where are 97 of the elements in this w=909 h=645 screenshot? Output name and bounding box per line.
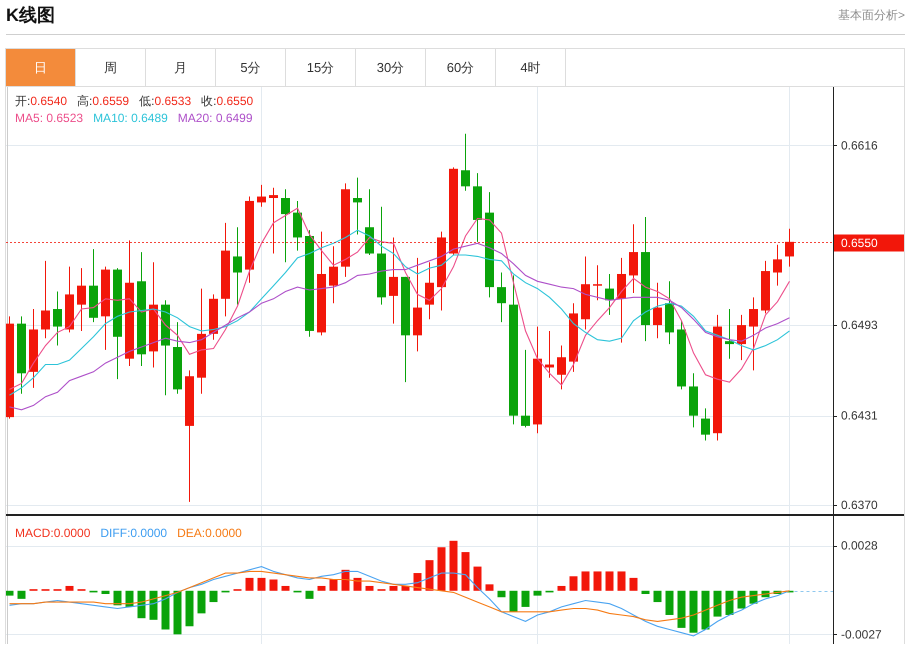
- macd-bar: [438, 547, 446, 591]
- candlestick: [737, 314, 746, 361]
- macd-bar: [258, 578, 266, 591]
- macd-bar: [150, 590, 158, 620]
- macd-bar: [474, 566, 482, 591]
- macd-bar: [6, 590, 14, 596]
- macd-bar: [354, 578, 362, 591]
- macd-bar: [714, 590, 722, 617]
- candlestick: [701, 408, 710, 441]
- macd-axis-label: 0.0028: [841, 538, 878, 553]
- candlestick: [557, 345, 566, 390]
- macd-bar: [306, 590, 314, 599]
- macd-bar: [114, 590, 122, 606]
- macd-bar: [450, 540, 458, 591]
- macd-bar: [498, 590, 506, 598]
- macd-bar: [390, 586, 398, 591]
- candlestick: [473, 172, 482, 242]
- macd-bar: [582, 571, 590, 591]
- macd-axis-label: -0.0027: [841, 627, 882, 642]
- candlestick: [497, 272, 506, 323]
- candlestick: [653, 282, 662, 339]
- macd-bar: [774, 590, 782, 594]
- macd-bar: [594, 571, 602, 591]
- macd-bar: [570, 576, 578, 591]
- candlestick: [365, 188, 374, 256]
- macd-bar: [462, 552, 470, 591]
- candlestick: [545, 330, 554, 378]
- macd-bar: [642, 590, 650, 594]
- candlestick: [77, 268, 86, 332]
- macd-bar: [186, 590, 194, 626]
- macd-bar: [246, 578, 254, 591]
- macd-bar: [366, 586, 374, 591]
- candlestick: [329, 246, 338, 304]
- candlestick: [209, 294, 218, 340]
- macd-reading: MACD:0.0000: [15, 526, 90, 540]
- page-title: K线图: [6, 4, 55, 27]
- macd-bar: [630, 578, 638, 591]
- macd-bar: [162, 590, 170, 630]
- macd-bar: [18, 590, 26, 599]
- macd-bar: [558, 586, 566, 591]
- macd-bar: [282, 586, 290, 591]
- moving-average-reading: MA20: 0.6499: [178, 111, 253, 125]
- candlestick: [605, 273, 614, 316]
- ohlc-reading: 收:0.6550: [201, 93, 254, 110]
- macd-bar: [654, 590, 662, 602]
- price-axis-label: 0.6431: [841, 408, 878, 423]
- macd-bar: [126, 590, 134, 607]
- candlestick: [725, 308, 734, 360]
- macd-bar: [174, 590, 182, 634]
- macd-bar: [606, 571, 614, 591]
- price-axis-label: 0.6370: [841, 498, 878, 512]
- ohlc-reading: 高:0.6559: [77, 93, 130, 110]
- ohlc-reading: 低:0.6533: [139, 93, 192, 110]
- macd-bar: [426, 560, 434, 591]
- macd-bar: [534, 590, 542, 596]
- candlestick: [677, 320, 686, 390]
- macd-bar: [66, 586, 74, 591]
- candlestick: [425, 262, 434, 320]
- macd-bar: [486, 584, 494, 591]
- price-axis-label: 0.6616: [841, 138, 878, 152]
- macd-bar: [270, 580, 278, 591]
- macd-bar: [702, 590, 710, 630]
- moving-average-reading: MA10: 0.6489: [93, 111, 168, 125]
- macd-bar: [210, 590, 218, 602]
- current-price-tag: 0.6550: [834, 234, 904, 252]
- macd-bar: [690, 590, 698, 633]
- candlestick: [353, 177, 362, 236]
- macd-reading: DIFF:0.0000: [100, 526, 168, 540]
- macd-bar: [402, 586, 410, 591]
- macd-bar: [342, 570, 350, 591]
- macd-bar: [138, 590, 146, 618]
- macd-bar: [726, 590, 734, 615]
- ohlc-reading: 开:0.6540: [15, 93, 68, 110]
- candlestick: [257, 184, 266, 208]
- candlestick: [53, 291, 62, 346]
- macd-bar: [522, 590, 530, 607]
- candlestick: [293, 200, 302, 252]
- macd-bar: [678, 590, 686, 628]
- macd-bar: [618, 571, 626, 591]
- candlestick: [665, 280, 674, 345]
- candlestick: [761, 260, 770, 314]
- macd-reading: DEA:0.0000: [177, 526, 242, 540]
- candlestick: [593, 264, 602, 301]
- candlestick: [461, 133, 470, 192]
- candlestick: [773, 244, 782, 286]
- moving-average-reading: MA5: 0.6523: [15, 111, 84, 125]
- candlestick: [569, 302, 578, 372]
- macd-bar: [102, 590, 110, 594]
- macd-bar: [198, 590, 206, 614]
- price-axis-label: 0.6493: [841, 318, 878, 332]
- candlestick: [689, 372, 698, 428]
- macd-bar: [510, 590, 518, 612]
- candlestick: [65, 266, 74, 333]
- macd-bar: [318, 586, 326, 591]
- macd-bar: [666, 590, 674, 615]
- macd-bar: [738, 590, 746, 609]
- macd-bar: [330, 580, 338, 591]
